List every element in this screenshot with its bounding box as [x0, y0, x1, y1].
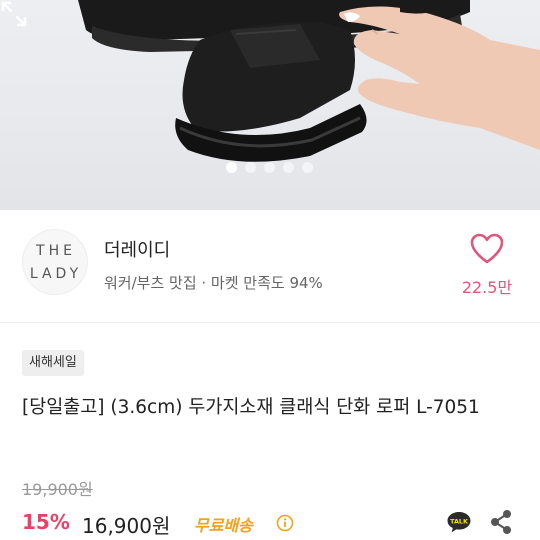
- store-name[interactable]: 더레이디: [104, 236, 170, 262]
- original-price: 19,900원: [22, 480, 93, 499]
- share-icon[interactable]: [488, 508, 514, 536]
- info-icon[interactable]: [276, 514, 294, 532]
- product-photo: [78, 0, 540, 162]
- sale-badge: 새해세일: [22, 350, 84, 376]
- store-description: 워커/부츠 맛집 · 마켓 만족도 94%: [104, 274, 323, 292]
- kakao-talk-icon[interactable]: TALK: [446, 510, 472, 534]
- product-title: [당일출고] (3.6cm) 두가지소재 클래식 단화 로퍼 L-7051: [22, 397, 480, 418]
- section-divider: [0, 322, 540, 323]
- free-shipping-label: 무료배송: [194, 516, 253, 535]
- pagination-dot-1[interactable]: [226, 162, 237, 173]
- heart-icon[interactable]: [470, 233, 504, 265]
- product-image[interactable]: [0, 0, 540, 210]
- logo-text-line1: THE: [36, 243, 76, 259]
- pagination-dot-5[interactable]: [302, 162, 313, 173]
- store-logo[interactable]: THE LADY: [22, 229, 88, 295]
- pagination-dot-2[interactable]: [245, 162, 256, 173]
- expand-icon[interactable]: [0, 0, 28, 28]
- discount-rate: 15%: [22, 510, 70, 534]
- logo-text-line2: LADY: [29, 266, 83, 282]
- pagination-dot-3[interactable]: [264, 162, 275, 173]
- pagination-dot-4[interactable]: [283, 162, 294, 173]
- sale-price: 16,900원: [82, 514, 171, 538]
- gallery-pagination[interactable]: [226, 162, 313, 173]
- svg-text:TALK: TALK: [450, 518, 469, 526]
- like-count: 22.5만: [461, 278, 513, 297]
